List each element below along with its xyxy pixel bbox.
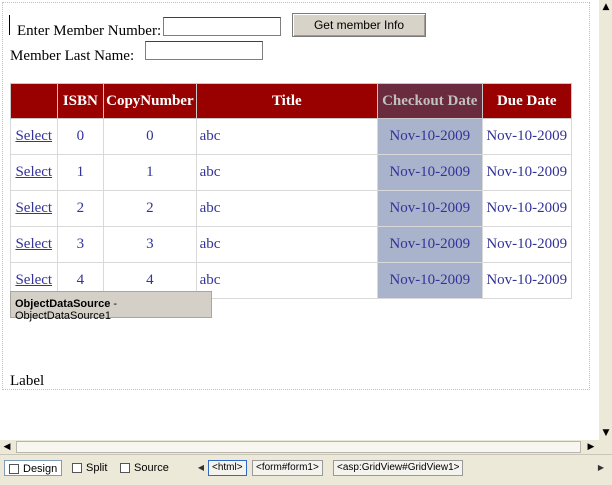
title-cell: abc [195, 154, 379, 191]
design-view-icon [9, 464, 19, 475]
datasource-type: ObjectDataSource [15, 298, 111, 310]
select-link[interactable]: Select [15, 272, 52, 288]
split-view-tab[interactable]: Split [68, 460, 111, 476]
due-date-cell: Nov-10-2009 [481, 190, 573, 227]
due-date-cell: Nov-10-2009 [481, 118, 573, 155]
isbn-cell: 2 [56, 190, 105, 227]
horizontal-scroll-thumb[interactable] [16, 441, 581, 453]
checkout-date-cell: Nov-10-2009 [377, 262, 483, 299]
column-header-checkout-date[interactable]: Checkout Date [377, 83, 483, 119]
scroll-corner [598, 440, 612, 454]
designer-status-bar: Design Split Source ◀ <html> <form#form1… [0, 454, 612, 485]
breadcrumb-form[interactable]: <form#form1> [252, 460, 323, 476]
copy-number-cell: 0 [103, 118, 197, 155]
scroll-down-arrow-icon[interactable]: ▼ [599, 426, 612, 440]
scroll-right-arrow-icon[interactable]: ▶ [584, 440, 598, 454]
due-date-cell: Nov-10-2009 [481, 262, 573, 299]
design-surface[interactable]: Enter Member Number: Get member Info Mem… [0, 0, 598, 440]
table-row: Select 0 0 abc Nov-10-2009 Nov-10-2009 [10, 118, 573, 155]
member-lastname-label: Member Last Name: [10, 48, 135, 64]
design-view-tab[interactable]: Design [4, 460, 63, 476]
member-lastname-input[interactable] [145, 41, 263, 60]
column-header-due-date[interactable]: Due Date [481, 83, 573, 119]
table-row: Select 1 1 abc Nov-10-2009 Nov-10-2009 [10, 154, 573, 191]
get-member-info-button[interactable]: Get member Info [292, 13, 426, 37]
checkout-gridview[interactable]: ISBN CopyNumber Title Checkout Date Due … [10, 83, 573, 299]
source-view-icon [120, 463, 130, 474]
design-tab-label: Design [23, 463, 58, 475]
text-caret [9, 15, 10, 35]
copy-number-cell: 1 [103, 154, 197, 191]
due-date-cell: Nov-10-2009 [481, 226, 573, 263]
select-link[interactable]: Select [15, 164, 52, 180]
select-link[interactable]: Select [15, 128, 52, 144]
due-date-cell: Nov-10-2009 [481, 154, 573, 191]
checkout-date-cell: Nov-10-2009 [377, 226, 483, 263]
breadcrumb-back-icon[interactable]: ◀ [196, 460, 206, 476]
copy-number-cell: 3 [103, 226, 197, 263]
column-header-select [10, 83, 58, 119]
horizontal-scrollbar[interactable]: ◀ ▶ [0, 440, 598, 454]
isbn-cell: 3 [56, 226, 105, 263]
source-tab-label: Source [134, 462, 169, 474]
copy-number-cell: 2 [103, 190, 197, 227]
vertical-scrollbar[interactable]: ▲ ▼ [598, 0, 612, 440]
title-cell: abc [195, 262, 379, 299]
column-header-copynumber[interactable]: CopyNumber [103, 83, 197, 119]
table-row: Select 3 3 abc Nov-10-2009 Nov-10-2009 [10, 226, 573, 263]
member-number-label: Enter Member Number: [17, 23, 162, 39]
scroll-left-arrow-icon[interactable]: ◀ [0, 440, 14, 454]
split-tab-label: Split [86, 462, 108, 474]
grid-header-row: ISBN CopyNumber Title Checkout Date Due … [10, 83, 573, 119]
status-label: Label [10, 373, 45, 389]
breadcrumb-html[interactable]: <html> [208, 460, 247, 476]
checkout-date-cell: Nov-10-2009 [377, 118, 483, 155]
column-header-isbn[interactable]: ISBN [56, 83, 105, 119]
title-cell: abc [195, 226, 379, 263]
source-view-tab[interactable]: Source [116, 460, 173, 476]
column-header-title[interactable]: Title [195, 83, 379, 119]
member-number-input[interactable] [163, 17, 281, 36]
breadcrumb-gridview[interactable]: <asp:GridView#GridView1> [333, 460, 464, 476]
title-cell: abc [195, 190, 379, 227]
scroll-up-arrow-icon[interactable]: ▲ [599, 0, 612, 14]
split-view-icon [72, 463, 82, 474]
checkout-date-cell: Nov-10-2009 [377, 154, 483, 191]
datasource-separator: - [110, 298, 118, 310]
select-link[interactable]: Select [15, 236, 52, 252]
breadcrumb-forward-icon[interactable]: ▶ [596, 460, 606, 476]
datasource-id: ObjectDataSource1 [15, 310, 111, 322]
isbn-cell: 0 [56, 118, 105, 155]
select-link[interactable]: Select [15, 200, 52, 216]
title-cell: abc [195, 118, 379, 155]
isbn-cell: 1 [56, 154, 105, 191]
object-datasource-control[interactable]: ObjectDataSource - ObjectDataSource1 [10, 291, 212, 322]
checkout-date-cell: Nov-10-2009 [377, 190, 483, 227]
table-row: Select 2 2 abc Nov-10-2009 Nov-10-2009 [10, 190, 573, 227]
